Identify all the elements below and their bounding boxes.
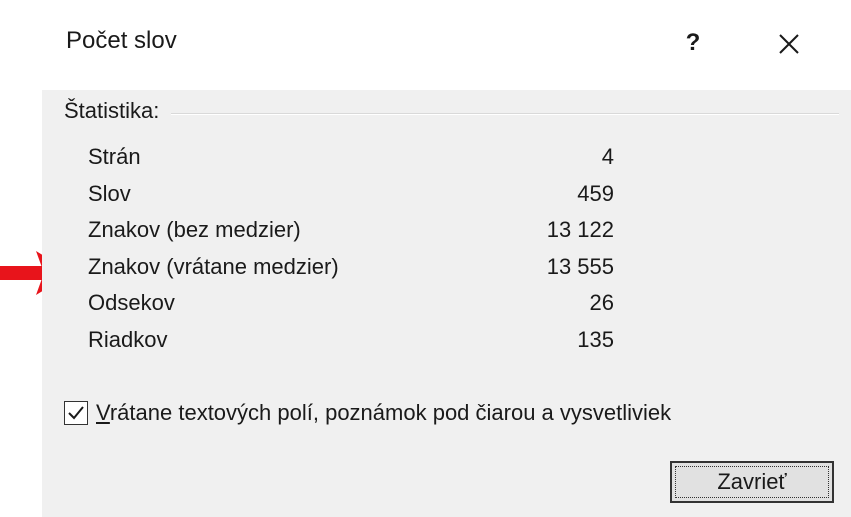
- dialog-title: Počet slov: [66, 27, 177, 54]
- stat-label: Strán: [88, 144, 141, 169]
- stat-row-words: Slov 459: [88, 180, 614, 218]
- stat-row-chars-no-spaces: Znakov (bez medzier) 13 122: [88, 217, 614, 254]
- help-button[interactable]: ?: [673, 20, 713, 66]
- checkbox-label-accelerator: V: [96, 400, 110, 425]
- stat-row-lines: Riadkov 135: [88, 326, 614, 364]
- title-bar: Počet slov ?: [42, 0, 851, 90]
- statistics-heading: Štatistika:: [64, 98, 172, 124]
- close-dialog-button[interactable]: Zavrieť: [670, 461, 834, 503]
- stat-label: Slov: [88, 180, 131, 206]
- stat-label: Znakov (vrátane medzier): [88, 253, 339, 279]
- section-divider: [64, 113, 839, 115]
- checkbox-label-text: rátane textových polí, poznámok pod čiar…: [109, 400, 672, 425]
- stat-value: 13 122: [546, 217, 614, 243]
- statistics-list: Strán 4 Slov 459 Znakov (bez medzier) 13…: [88, 144, 614, 364]
- stat-value: 4: [601, 144, 614, 169]
- stat-value: 459: [577, 180, 614, 206]
- stat-label: Znakov (bez medzier): [88, 217, 301, 243]
- stat-value: 26: [589, 290, 614, 316]
- checkmark-icon: [68, 406, 84, 420]
- checkbox-label: Vrátane textových polí, poznámok pod čia…: [96, 400, 671, 426]
- stat-row-chars-with-spaces: Znakov (vrátane medzier) 13 555: [88, 253, 614, 291]
- stat-value: 135: [577, 326, 614, 352]
- focus-ring: [675, 466, 829, 498]
- close-icon: [779, 34, 799, 54]
- include-textboxes-footnotes-checkbox[interactable]: [64, 401, 88, 425]
- word-count-dialog: Počet slov ? Štatistika: Strán 4 Slov 45…: [42, 0, 851, 517]
- include-textboxes-footnotes-checkbox-row[interactable]: Vrátane textových polí, poznámok pod čia…: [64, 397, 671, 429]
- close-button[interactable]: [760, 18, 816, 68]
- stat-row-pages: Strán 4: [88, 144, 614, 181]
- stat-label: Riadkov: [88, 326, 168, 352]
- stat-row-paragraphs: Odsekov 26: [88, 290, 614, 327]
- stat-value: 13 555: [546, 253, 614, 279]
- stat-label: Odsekov: [88, 290, 175, 316]
